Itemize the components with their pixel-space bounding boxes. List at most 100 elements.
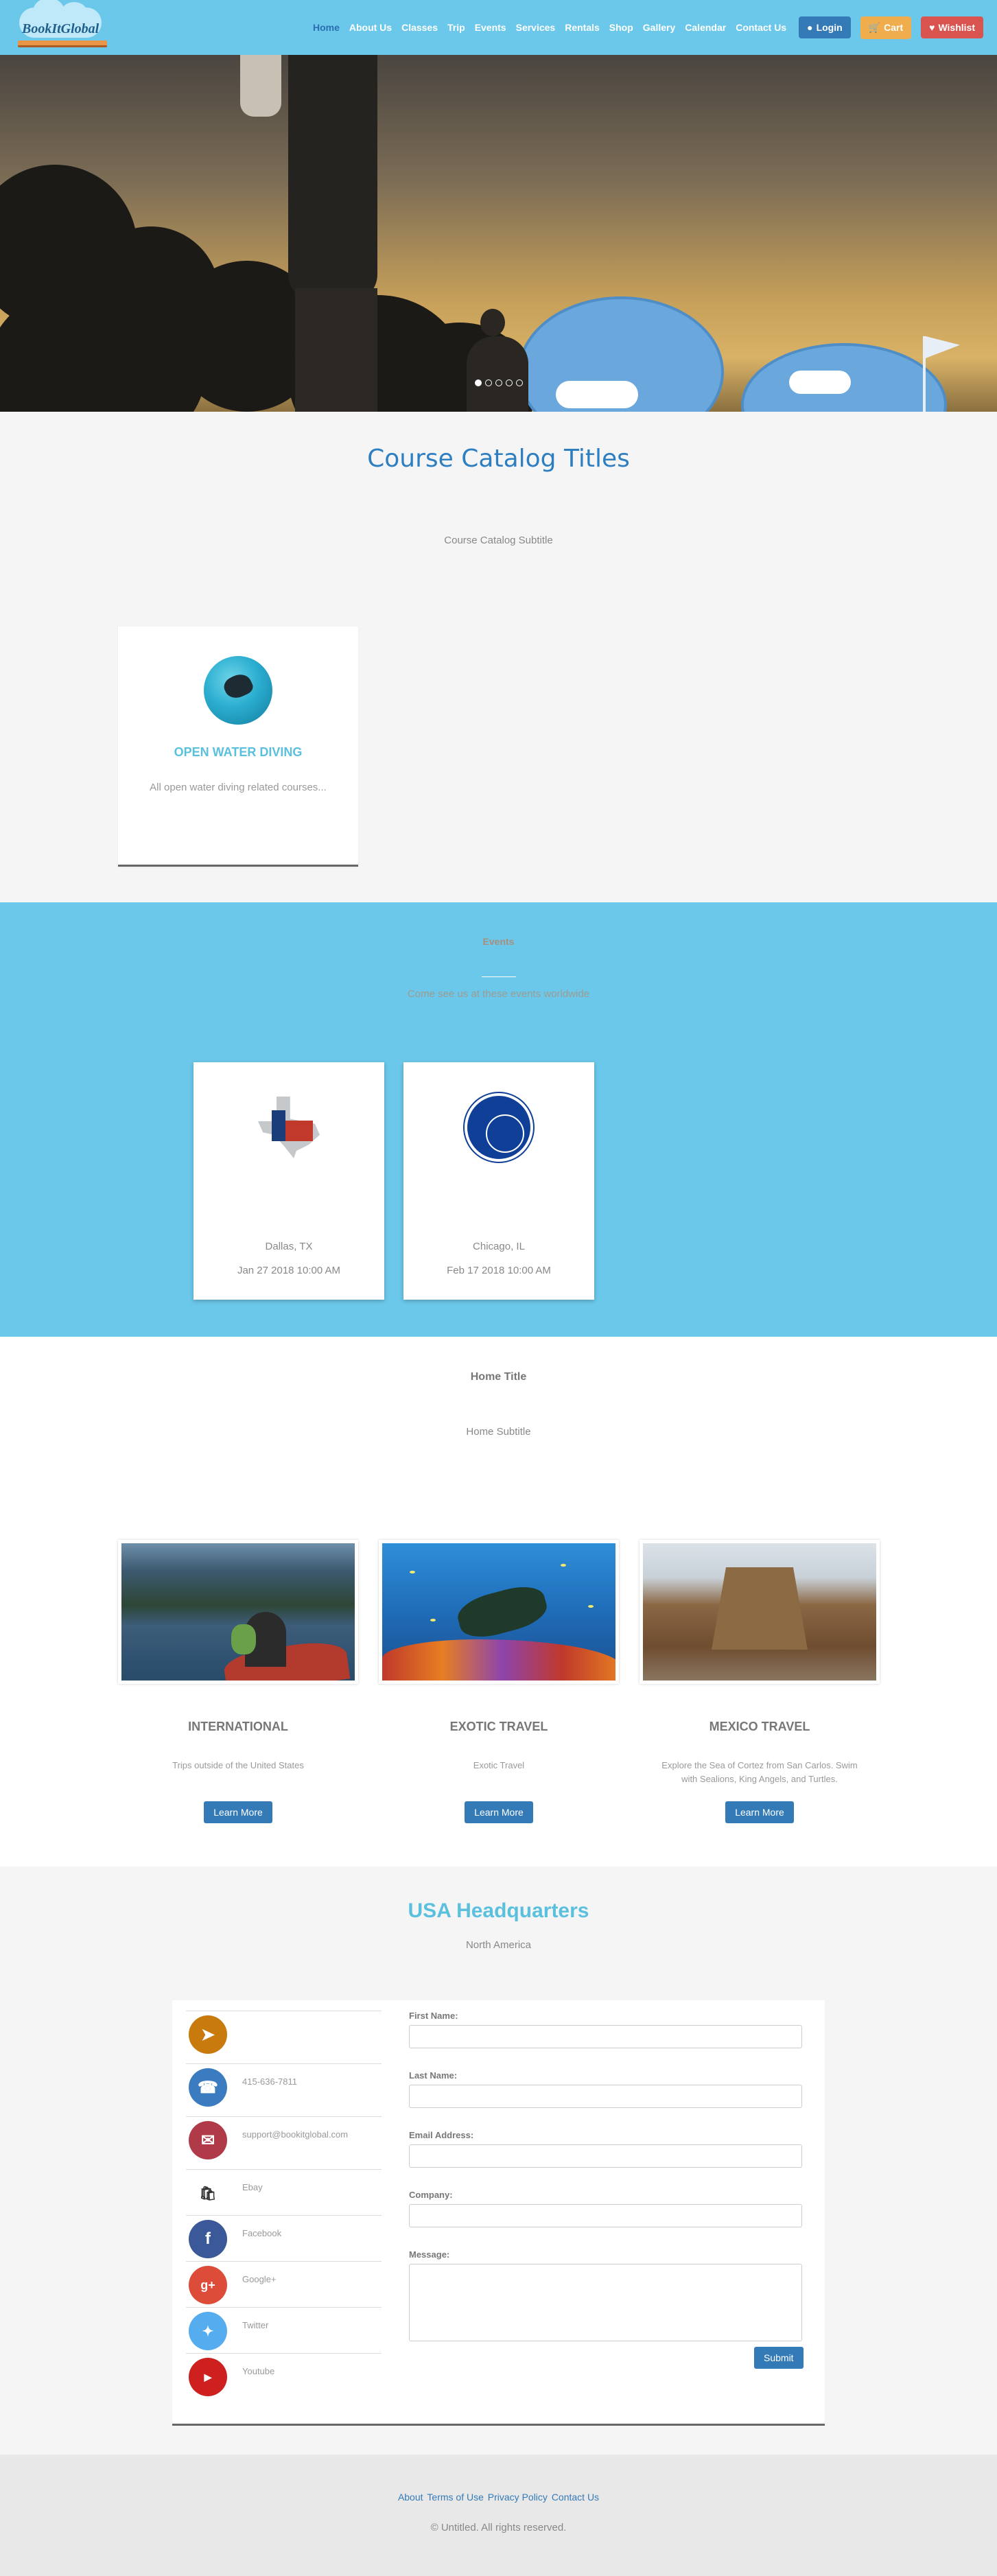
nav-classes[interactable]: Classes: [401, 22, 438, 33]
contact-item-twitter[interactable]: ✦ Twitter: [186, 2307, 382, 2353]
hq-title: USA Headquarters: [408, 1899, 589, 1922]
hq-subtitle: North America: [465, 1939, 532, 1951]
contact-youtube[interactable]: Youtube: [242, 2366, 274, 2376]
contact-list: ➤ ☎ 415-636-7811 ✉ support@bookitglobal.…: [186, 2011, 382, 2399]
contact-ebay[interactable]: Ebay: [242, 2182, 263, 2192]
home-subtitle: Home Subtitle: [466, 1426, 531, 1438]
nav-about-us[interactable]: About Us: [349, 22, 392, 33]
event-city: Chicago, IL: [473, 1241, 525, 1252]
nav-trip[interactable]: Trip: [447, 22, 465, 33]
footer-links: About Terms of Use Privacy Policy Contac…: [0, 2455, 997, 2503]
home-item-description: Explore the Sea of Cortez from San Carlo…: [661, 1760, 858, 1784]
logo-text: BookItGlobal: [22, 21, 99, 36]
home-item-description: Exotic Travel: [473, 1760, 525, 1770]
first-name-input[interactable]: [409, 2025, 802, 2048]
site-logo[interactable]: BookItGlobal: [14, 0, 110, 51]
catalog-title: Course Catalog Titles: [367, 445, 630, 473]
contact-phone[interactable]: 415-636-7811: [242, 2076, 297, 2087]
contact-item-address: ➤: [186, 2011, 382, 2063]
wishlist-button[interactable]: ♥ Wishlist: [921, 16, 983, 38]
events-subtitle: Come see us at these events worldwide: [407, 988, 590, 1000]
contact-box: ➤ ☎ 415-636-7811 ✉ support@bookitglobal.…: [172, 2000, 825, 2426]
mexico-travel-image: [640, 1540, 880, 1684]
nav-contact-us[interactable]: Contact Us: [736, 22, 786, 33]
contact-item-ebay[interactable]: 🛍 Ebay: [186, 2169, 382, 2215]
carousel-indicators: [474, 379, 523, 386]
contact-facebook[interactable]: Facebook: [242, 2228, 281, 2238]
footer-link-privacy[interactable]: Privacy Policy: [488, 2492, 548, 2503]
contact-item-google-plus[interactable]: g+ Google+: [186, 2261, 382, 2307]
international-image: [118, 1540, 358, 1684]
contact-form: First Name: Last Name: Email Address: Co…: [409, 2011, 806, 2369]
contact-google-plus[interactable]: Google+: [242, 2274, 277, 2284]
event-city: Dallas, TX: [265, 1241, 313, 1252]
catalog-subtitle: Course Catalog Subtitle: [444, 535, 553, 546]
phone-icon: ☎: [189, 2068, 227, 2107]
home-section: Home Title Home Subtitle INTERNATIONAL T…: [0, 1337, 997, 1866]
nav-home[interactable]: Home: [313, 22, 340, 33]
event-date: Feb 17 2018 10:00 AM: [447, 1265, 551, 1276]
submit-button[interactable]: Submit: [754, 2347, 804, 2369]
exotic-travel-image: [379, 1540, 619, 1684]
message-textarea[interactable]: [409, 2264, 802, 2341]
facebook-icon: f: [189, 2220, 227, 2258]
event-card[interactable]: Chicago, IL Feb 17 2018 10:00 AM: [403, 1062, 594, 1300]
contact-item-youtube[interactable]: ▶ Youtube: [186, 2353, 382, 2399]
nav-rentals[interactable]: Rentals: [565, 22, 600, 33]
course-catalog-section: Course Catalog Titles Course Catalog Sub…: [0, 412, 997, 902]
events-title: Events: [482, 936, 515, 947]
login-button[interactable]: ● Login: [799, 16, 851, 38]
nav-calendar[interactable]: Calendar: [685, 22, 726, 33]
cart-label: Cart: [884, 22, 904, 33]
nav-links: Home About Us Classes Trip Events Servic…: [313, 16, 983, 39]
wishlist-label: Wishlist: [938, 22, 975, 33]
contact-item-email: ✉ support@bookitglobal.com: [186, 2116, 382, 2169]
last-name-input[interactable]: [409, 2085, 802, 2108]
carousel-dot[interactable]: [515, 379, 523, 386]
contact-email[interactable]: support@bookitglobal.com: [242, 2129, 348, 2140]
course-card[interactable]: OPEN WATER DIVING All open water diving …: [118, 627, 358, 867]
home-item-name: EXOTIC TRAVEL: [449, 1720, 548, 1733]
carousel-dot[interactable]: [505, 379, 513, 386]
email-input[interactable]: [409, 2144, 802, 2168]
user-icon: ●: [807, 22, 813, 33]
nav-services[interactable]: Services: [516, 22, 556, 33]
contact-twitter[interactable]: Twitter: [242, 2320, 268, 2330]
ebay-icon: 🛍: [189, 2174, 227, 2212]
learn-more-button[interactable]: Learn More: [725, 1801, 794, 1823]
home-item-name: MEXICO TRAVEL: [709, 1720, 810, 1733]
course-name[interactable]: OPEN WATER DIVING: [118, 745, 358, 760]
carousel-dot[interactable]: [484, 379, 492, 386]
home-item: EXOTIC TRAVEL Exotic Travel Learn More: [379, 1540, 619, 1823]
carousel-dot[interactable]: [495, 379, 502, 386]
event-date: Jan 27 2018 10:00 AM: [237, 1265, 341, 1276]
carousel-dot[interactable]: [474, 379, 482, 386]
footer-link-contact[interactable]: Contact Us: [552, 2492, 599, 2503]
hero-carousel[interactable]: [0, 55, 997, 412]
google-plus-icon: g+: [189, 2266, 227, 2304]
home-item-name: INTERNATIONAL: [188, 1720, 288, 1733]
heart-icon: ♥: [929, 22, 935, 33]
email-label: Email Address:: [409, 2130, 474, 2140]
location-arrow-icon: ➤: [189, 2015, 227, 2054]
cart-icon: 🛒: [868, 21, 881, 33]
nav-shop[interactable]: Shop: [609, 22, 633, 33]
learn-more-button[interactable]: Learn More: [465, 1801, 533, 1823]
first-name-label: First Name:: [409, 2011, 458, 2021]
home-item-description: Trips outside of the United States: [172, 1760, 304, 1770]
home-title: Home Title: [470, 1371, 527, 1383]
cart-button[interactable]: 🛒 Cart: [860, 16, 912, 39]
event-card[interactable]: Dallas, TX Jan 27 2018 10:00 AM: [193, 1062, 384, 1300]
learn-more-button[interactable]: Learn More: [204, 1801, 272, 1823]
contact-item-phone: ☎ 415-636-7811: [186, 2063, 382, 2116]
footer: About Terms of Use Privacy Policy Contac…: [0, 2455, 997, 2576]
copyright: © Untitled. All rights reserved.: [430, 2522, 567, 2533]
contact-item-facebook[interactable]: f Facebook: [186, 2215, 382, 2261]
envelope-icon: ✉: [189, 2121, 227, 2159]
footer-link-terms[interactable]: Terms of Use: [427, 2492, 483, 2503]
footer-link-about[interactable]: About: [398, 2492, 423, 2503]
company-input[interactable]: [409, 2204, 802, 2227]
nav-gallery[interactable]: Gallery: [643, 22, 675, 33]
course-image: [204, 656, 272, 725]
nav-events[interactable]: Events: [475, 22, 506, 33]
